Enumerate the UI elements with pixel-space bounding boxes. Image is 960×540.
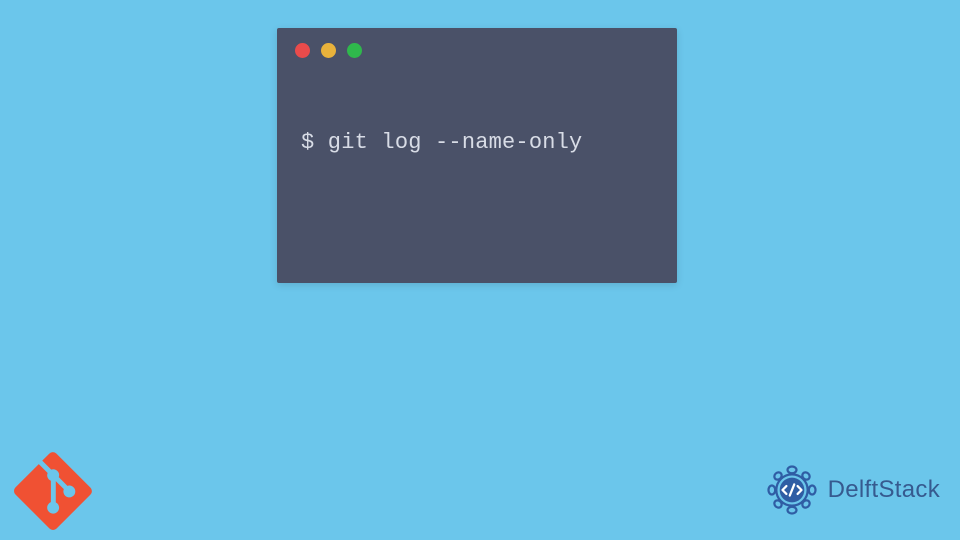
terminal-window: $ git log --name-only: [277, 28, 677, 283]
zoom-icon: [347, 43, 362, 58]
brand-logo: DelftStack: [764, 462, 940, 518]
git-logo-icon: [14, 452, 92, 530]
terminal-body: $ git log --name-only: [277, 58, 677, 155]
close-icon: [295, 43, 310, 58]
terminal-command: $ git log --name-only: [301, 130, 582, 155]
brand-mark-icon: [764, 462, 820, 518]
terminal-titlebar: [277, 28, 677, 58]
minimize-icon: [321, 43, 336, 58]
brand-name: DelftStack: [828, 476, 940, 504]
